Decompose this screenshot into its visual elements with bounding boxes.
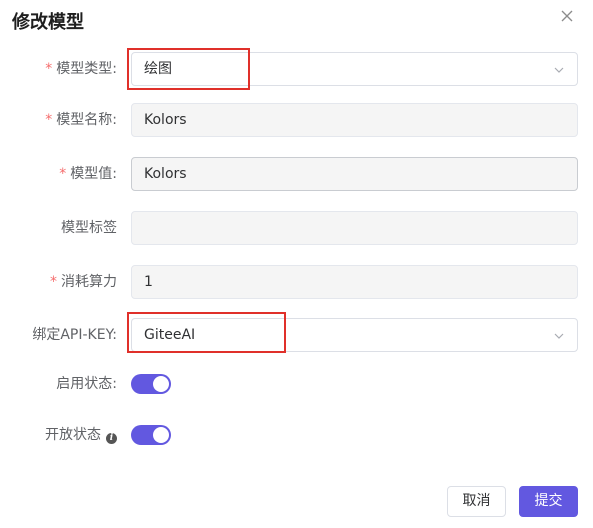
power-cost-value: 1	[144, 274, 153, 290]
form-row-model-tag: 模型标签	[0, 211, 593, 245]
required-mark: *	[45, 61, 53, 77]
open-toggle[interactable]	[131, 425, 171, 445]
cancel-button[interactable]: 取消	[447, 486, 506, 517]
close-icon[interactable]	[559, 8, 575, 24]
form-row-model-value: * 模型值: Kolors	[0, 157, 593, 191]
dialog-title: 修改模型	[12, 12, 84, 33]
model-name-input[interactable]: Kolors	[131, 103, 578, 137]
model-value-input[interactable]: Kolors	[131, 157, 578, 191]
toggle-knob	[153, 427, 169, 443]
api-key-value: GiteeAI	[144, 327, 196, 343]
required-mark: *	[50, 274, 57, 290]
model-type-label: * 模型类型:	[45, 52, 117, 86]
power-cost-label: * 消耗算力	[50, 265, 117, 299]
chevron-down-icon	[554, 333, 564, 339]
form-row-model-name: * 模型名称: Kolors	[0, 103, 593, 137]
form-row-model-type: * 模型类型: 绘图	[0, 52, 593, 86]
model-name-label: * 模型名称:	[45, 103, 117, 137]
open-label: 开放状态 i	[45, 418, 117, 452]
form-row-enabled: 启用状态:	[0, 367, 593, 401]
enabled-toggle[interactable]	[131, 374, 171, 394]
model-type-label-text: 模型类型:	[56, 61, 117, 77]
required-mark: *	[45, 112, 53, 128]
model-value-label-text: 模型值:	[70, 166, 117, 182]
model-tag-label: 模型标签	[61, 220, 117, 236]
model-type-select[interactable]: 绘图	[131, 52, 578, 86]
submit-button[interactable]: 提交	[519, 486, 578, 517]
power-cost-input[interactable]: 1	[131, 265, 578, 299]
model-name-label-text: 模型名称:	[56, 112, 117, 128]
api-key-select[interactable]: GiteeAI	[131, 318, 578, 352]
form-row-api-key: 绑定API-KEY: GiteeAI	[0, 318, 593, 352]
form-row-open: 开放状态 i	[0, 418, 593, 452]
api-key-label: 绑定API-KEY:	[32, 327, 117, 343]
model-name-value: Kolors	[144, 112, 187, 128]
info-icon[interactable]: i	[106, 433, 117, 444]
power-cost-label-text: 消耗算力	[61, 274, 117, 290]
required-mark: *	[59, 166, 67, 182]
form-row-power-cost: * 消耗算力 1	[0, 265, 593, 299]
chevron-down-icon	[554, 67, 564, 73]
model-tag-input[interactable]	[131, 211, 578, 245]
open-label-text: 开放状态	[45, 427, 101, 443]
toggle-knob	[153, 376, 169, 392]
model-value-value: Kolors	[144, 166, 187, 182]
enabled-label: 启用状态:	[56, 376, 117, 392]
model-type-value: 绘图	[144, 61, 172, 77]
edit-model-dialog: 修改模型 * 模型类型: 绘图 * 模型名称: Kolors * 模型值: Ko…	[0, 0, 593, 528]
model-value-label: * 模型值:	[59, 157, 117, 191]
